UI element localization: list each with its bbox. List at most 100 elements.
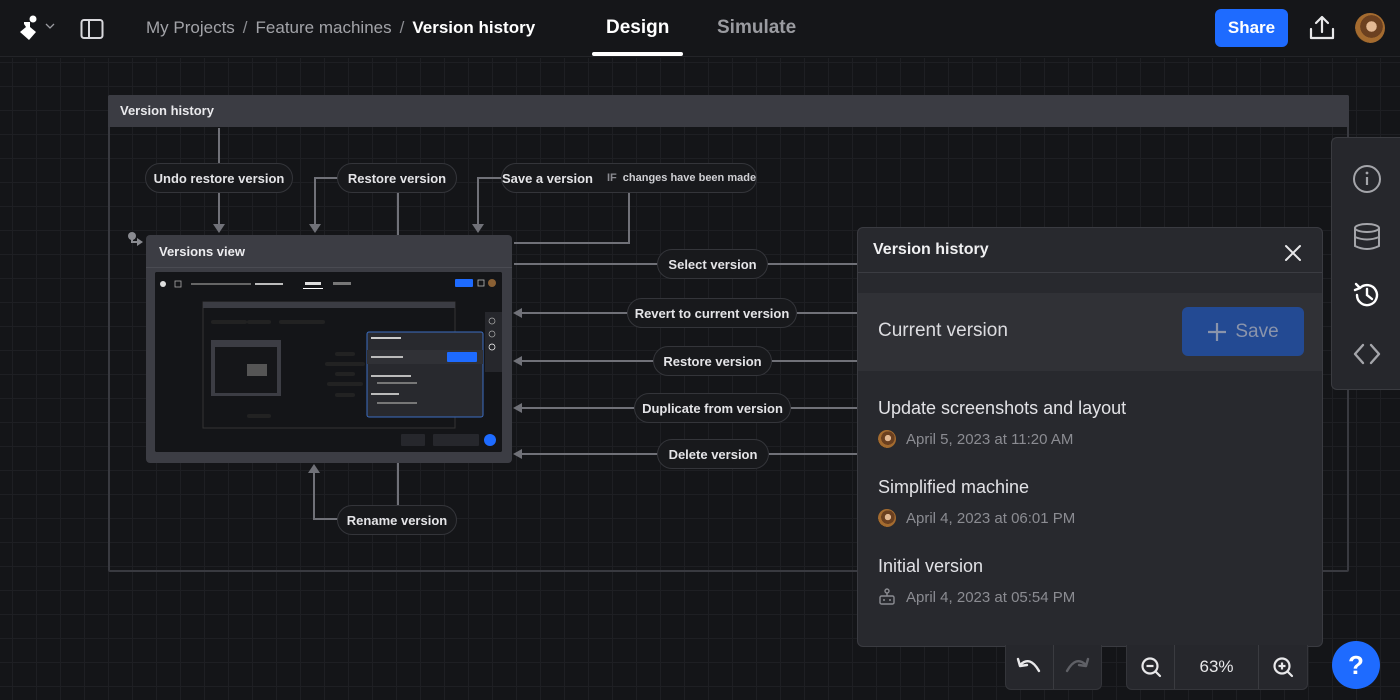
redo-button[interactable] [1054, 645, 1102, 689]
current-version-row[interactable]: Current version Save [858, 293, 1322, 371]
version-item[interactable]: Initial version April 4, 2023 at 05:54 P… [878, 556, 1075, 606]
tab-design[interactable]: Design [606, 17, 669, 39]
edge-line [477, 177, 479, 229]
code-icon[interactable] [1352, 339, 1382, 369]
transition-select-version[interactable]: Select version [657, 249, 768, 279]
top-bar: My Projects / Feature machines / Version… [0, 0, 1400, 57]
transition-label: Duplicate from version [642, 400, 783, 416]
history-controls [1005, 645, 1102, 690]
chevron-down-icon[interactable] [45, 21, 55, 31]
undo-icon [1017, 657, 1041, 673]
zoom-level: 63% [1199, 657, 1234, 676]
transition-duplicate-from-version[interactable]: Duplicate from version [634, 393, 791, 423]
author-avatar [878, 430, 896, 448]
version-item[interactable]: Simplified machine April 4, 2023 at 06:0… [878, 477, 1075, 527]
plus-icon [1208, 322, 1227, 341]
transition-label: Delete version [668, 446, 758, 462]
parent-state-title: Version history [120, 103, 214, 118]
close-icon[interactable] [1282, 242, 1304, 264]
arrow-head-icon [513, 403, 522, 413]
version-history-panel: Version history Current version Save Upd… [857, 227, 1323, 647]
undo-button[interactable] [1006, 645, 1054, 689]
tab-simulate[interactable]: Simulate [717, 17, 796, 39]
zoom-in-button[interactable] [1259, 645, 1307, 689]
zoom-level-display[interactable]: 63% [1175, 645, 1259, 689]
version-date: April 4, 2023 at 06:01 PM [906, 509, 1076, 527]
edge-line [218, 128, 220, 164]
breadcrumb-current[interactable]: Version history [412, 18, 535, 38]
redo-icon [1066, 657, 1090, 673]
transition-label: Revert to current version [634, 305, 790, 321]
edge-line [520, 312, 630, 314]
right-tool-rail [1331, 137, 1400, 390]
transition-label: Undo restore version [153, 170, 285, 186]
save-label: Save [1235, 320, 1279, 342]
panel-divider [858, 272, 1322, 273]
arrow-head-icon [513, 308, 522, 318]
state-title: Versions view [159, 244, 245, 259]
guard-keyword: IF [607, 172, 617, 184]
edge-line [397, 463, 399, 505]
thumbnail-image [155, 272, 502, 452]
author-avatar [878, 509, 896, 527]
app-logo-icon[interactable] [16, 14, 44, 42]
breadcrumb-feature-machines[interactable]: Feature machines [256, 18, 392, 38]
arrow-head-icon [213, 224, 225, 233]
history-icon[interactable] [1352, 280, 1382, 310]
transition-restore-version[interactable]: Restore version [653, 346, 772, 376]
arrow-head-icon [513, 356, 522, 366]
share-button[interactable]: Share [1215, 9, 1288, 47]
user-avatar[interactable] [1355, 13, 1385, 43]
arrow-head-icon [309, 224, 321, 233]
parent-state-header[interactable] [108, 95, 1349, 127]
transition-undo-restore-version[interactable]: Undo restore version [145, 163, 293, 193]
edge-line [397, 193, 399, 235]
transition-label: Restore version [347, 170, 447, 186]
arrow-head-icon [308, 464, 320, 473]
info-icon[interactable] [1352, 164, 1382, 194]
arrow-head-icon [513, 449, 522, 459]
transition-save-a-version[interactable]: Save a version IF changes have been made [501, 163, 757, 193]
database-icon[interactable] [1352, 222, 1382, 252]
breadcrumb-my-projects[interactable]: My Projects [146, 18, 235, 38]
edge-line [791, 407, 857, 409]
edge-line [314, 177, 338, 179]
edge-line [314, 177, 316, 229]
transition-restore-version-top[interactable]: Restore version [337, 163, 457, 193]
upload-icon[interactable] [1308, 14, 1336, 42]
edge-line [514, 242, 630, 244]
edge-line [797, 312, 857, 314]
edge-line [628, 193, 630, 243]
transition-label: Select version [668, 256, 757, 272]
version-name: Initial version [878, 556, 984, 576]
edge-line [520, 407, 635, 409]
edge-line [520, 453, 658, 455]
zoom-out-button[interactable] [1127, 645, 1175, 689]
arrow-head-icon [472, 224, 484, 233]
breadcrumb-separator: / [399, 18, 405, 37]
edge-line [769, 453, 857, 455]
active-tab-indicator [592, 52, 683, 56]
breadcrumb: My Projects / Feature machines / Version… [146, 18, 535, 38]
edge-line [772, 360, 857, 362]
version-name: Update screenshots and layout [878, 398, 1127, 418]
state-divider [146, 267, 512, 268]
transition-label: Save a version [501, 170, 593, 186]
edge-line [477, 177, 501, 179]
initial-state-arrow-icon [131, 236, 143, 246]
save-version-button[interactable]: Save [1182, 307, 1304, 356]
zoom-out-icon [1140, 657, 1161, 678]
guard-condition: changes have been made [622, 172, 757, 184]
transition-delete-version[interactable]: Delete version [657, 439, 769, 469]
help-button[interactable]: ? [1332, 641, 1380, 689]
edge-line [520, 360, 655, 362]
transition-rename-version[interactable]: Rename version [337, 505, 457, 535]
state-screenshot-thumbnail [155, 272, 502, 452]
edge-line [514, 263, 658, 265]
transition-label: Restore version [663, 353, 762, 369]
version-item[interactable]: Update screenshots and layout April 5, 2… [878, 398, 1126, 448]
sidebar-toggle-icon[interactable] [80, 18, 104, 40]
edge-line [313, 470, 315, 520]
transition-revert-to-current-version[interactable]: Revert to current version [627, 298, 797, 328]
zoom-in-icon [1273, 657, 1294, 678]
